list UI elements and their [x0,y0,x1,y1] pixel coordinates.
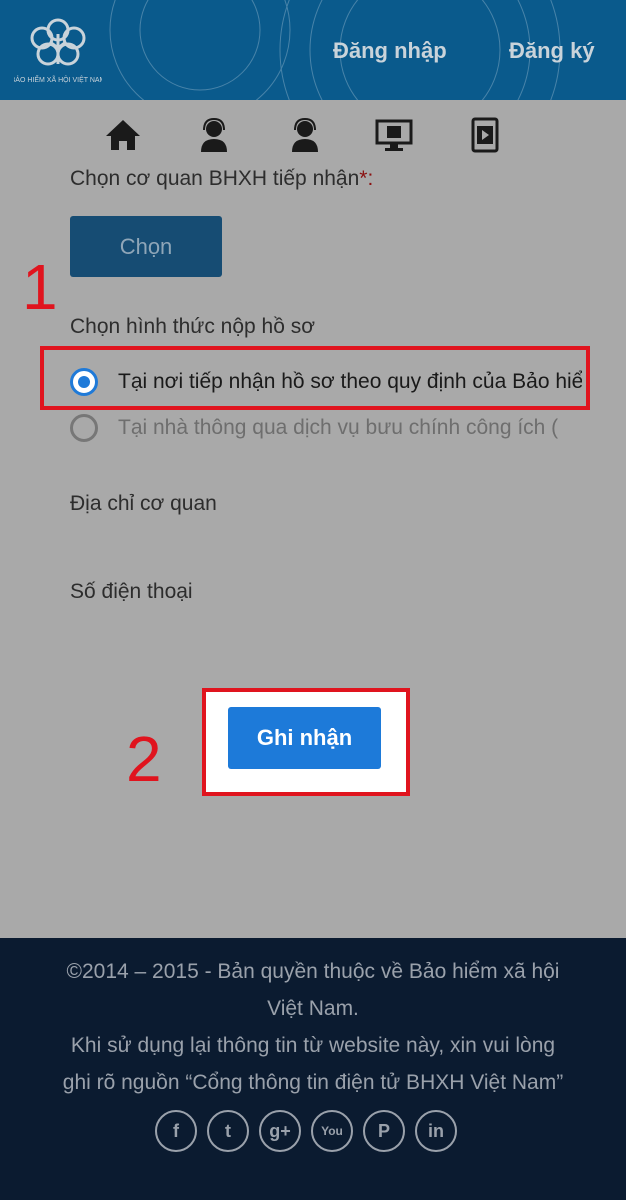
social-links: f t g+ You P in [155,1110,457,1152]
radio-option-office-label: Tại nơi tiếp nhận hồ sơ theo quy định củ… [118,370,582,393]
step-1-marker: 1 [22,251,58,323]
facebook-icon[interactable]: f [155,1110,197,1152]
copyright-line-2: Việt Nam. [267,997,359,1020]
radio-button-unchecked[interactable] [70,414,98,442]
linkedin-icon[interactable]: in [415,1110,457,1152]
bhxh-logo[interactable]: BẢO HIỂM XÃ HỘI VIỆT NAM [14,4,102,88]
youtube-icon[interactable]: You [311,1110,353,1152]
phone-label: Số điện thoại [70,580,193,603]
choose-agency-button[interactable]: Chọn [70,216,222,277]
pinterest-icon[interactable]: P [363,1110,405,1152]
site-footer: ©2014 – 2015 - Bản quyền thuộc về Bảo hi… [0,938,626,1200]
icon-toolbar [0,100,626,170]
required-mark: *: [359,167,374,190]
support-agent-icon[interactable] [195,116,233,154]
svg-text:BẢO HIỂM XÃ HỘI VIỆT NAM: BẢO HIỂM XÃ HỘI VIỆT NAM [14,75,102,84]
twitter-icon[interactable]: t [207,1110,249,1152]
home-icon[interactable] [104,116,142,154]
submit-button[interactable]: Ghi nhận [228,707,381,769]
copyright-line-1: ©2014 – 2015 - Bản quyền thuộc về Bảo hi… [66,960,560,983]
agency-label-text: Chọn cơ quan BHXH tiếp nhận [70,167,360,190]
radio-option-office[interactable]: Tại nơi tiếp nhận hồ sơ theo quy định củ… [70,362,582,402]
login-link[interactable]: Đăng nhập [333,38,447,64]
video-library-icon[interactable] [466,116,504,154]
radio-option-postal[interactable]: Tại nhà thông qua dịch vụ bưu chính công… [70,408,582,448]
notice-line-2: ghi rõ nguồn “Cổng thông tin điện tử BHX… [62,1071,564,1094]
radio-button-checked[interactable] [70,368,98,396]
method-label: Chọn hình thức nộp hồ sơ [70,315,315,338]
agency-label: Chọn cơ quan BHXH tiếp nhận*: [70,167,373,191]
register-link[interactable]: Đăng ký [509,38,595,64]
notice-line-1: Khi sử dụng lại thông tin từ website này… [70,1034,556,1057]
monitor-icon[interactable] [375,116,413,154]
google-plus-icon[interactable]: g+ [259,1110,301,1152]
support-agent-icon-2[interactable] [286,116,324,154]
radio-option-postal-label: Tại nhà thông qua dịch vụ bưu chính công… [118,416,559,439]
site-header: BẢO HIỂM XÃ HỘI VIỆT NAM Đăng nhập Đăng … [0,0,626,100]
step-2-marker: 2 [126,723,162,795]
address-label: Địa chỉ cơ quan [70,492,217,515]
